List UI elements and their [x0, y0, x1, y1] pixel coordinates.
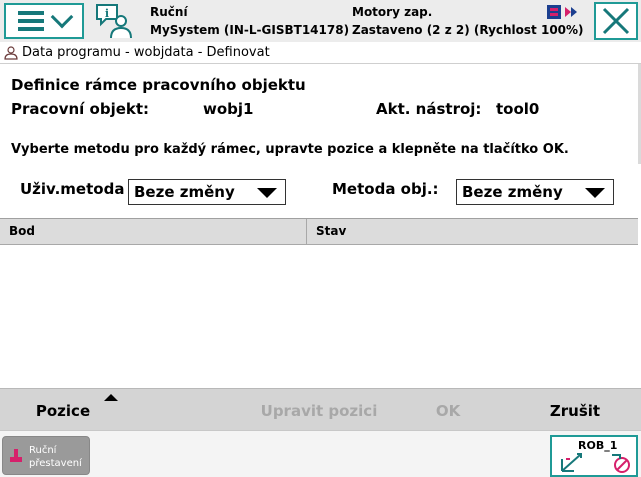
- define-frame-panel: Definice rámce pracovního objektu Pracov…: [0, 64, 641, 388]
- workobject-label: Pracovní objekt:: [11, 100, 150, 118]
- object-method-dropdown[interactable]: Beze změny: [456, 179, 614, 205]
- run-mode-icon: [564, 4, 578, 18]
- robot-coordinate-icon: [561, 453, 630, 473]
- chevron-down-icon: [50, 5, 74, 29]
- dropdown-arrow-icon: [585, 188, 605, 198]
- operating-mode: Ruční: [150, 5, 188, 19]
- user-method-dropdown[interactable]: Beze změny: [128, 179, 286, 205]
- page-title: Definice rámce pracovního objektu: [11, 76, 306, 94]
- jog-label-line2: přestavení: [29, 458, 82, 469]
- hamburger-icon: [18, 11, 44, 31]
- window-title: Data programu - wobjdata - Definovat: [22, 45, 270, 60]
- table-header: Bod Stav: [0, 219, 638, 245]
- frame-points-table: Bod Stav: [0, 218, 638, 388]
- workobject-value: wobj1: [203, 100, 254, 118]
- dropdown-arrow-icon: [257, 188, 277, 198]
- event-log-icon: i: [96, 4, 132, 39]
- system-name: MySystem (IN-L-GISBT14178): [150, 23, 350, 37]
- column-header-bod[interactable]: Bod: [0, 219, 306, 244]
- ok-button[interactable]: OK: [420, 389, 476, 431]
- abb-menu-button[interactable]: [4, 3, 84, 39]
- jog-label-line1: Ruční: [29, 445, 57, 456]
- jogging-icon: [10, 449, 22, 462]
- event-log-button[interactable]: i: [94, 2, 134, 40]
- object-method-label: Metoda obj.:: [332, 180, 439, 198]
- task-status-icon: [547, 4, 561, 19]
- window-title-bar: Data programu - wobjdata - Definovat: [0, 42, 641, 64]
- jogging-task-button[interactable]: Ruční přestavení: [2, 436, 90, 475]
- command-bar: Pozice Upravit pozici OK Zrušit: [0, 388, 641, 430]
- object-method-value: Beze změny: [462, 183, 563, 201]
- instruction-text: Vyberte metodu pro každý rámec, upravte …: [11, 142, 569, 157]
- active-tool-label: Akt. nástroj:: [376, 100, 482, 118]
- close-icon: [602, 7, 630, 35]
- close-button[interactable]: [594, 2, 638, 40]
- active-tool-value: tool0: [496, 100, 540, 118]
- svg-text:i: i: [105, 7, 109, 20]
- program-data-icon: [4, 46, 18, 60]
- quickset-status-icons: [547, 4, 583, 20]
- user-method-label: Uživ.metoda: [20, 180, 125, 198]
- taskbar: Ruční přestavení ROB_1: [0, 430, 641, 477]
- modify-position-button[interactable]: Upravit pozici: [255, 389, 383, 431]
- user-method-value: Beze změny: [134, 183, 235, 201]
- status-bar: i Ruční MySystem (IN-L-GISBT14178) Motor…: [0, 0, 641, 42]
- cancel-button[interactable]: Zrušit: [540, 389, 610, 431]
- column-header-stav[interactable]: Stav: [306, 219, 638, 244]
- program-state: Zastaveno (2 z 2) (Rychlost 100%): [352, 23, 584, 37]
- positions-menu-button[interactable]: Pozice: [0, 389, 126, 431]
- quickset-robot-button[interactable]: ROB_1: [550, 435, 638, 477]
